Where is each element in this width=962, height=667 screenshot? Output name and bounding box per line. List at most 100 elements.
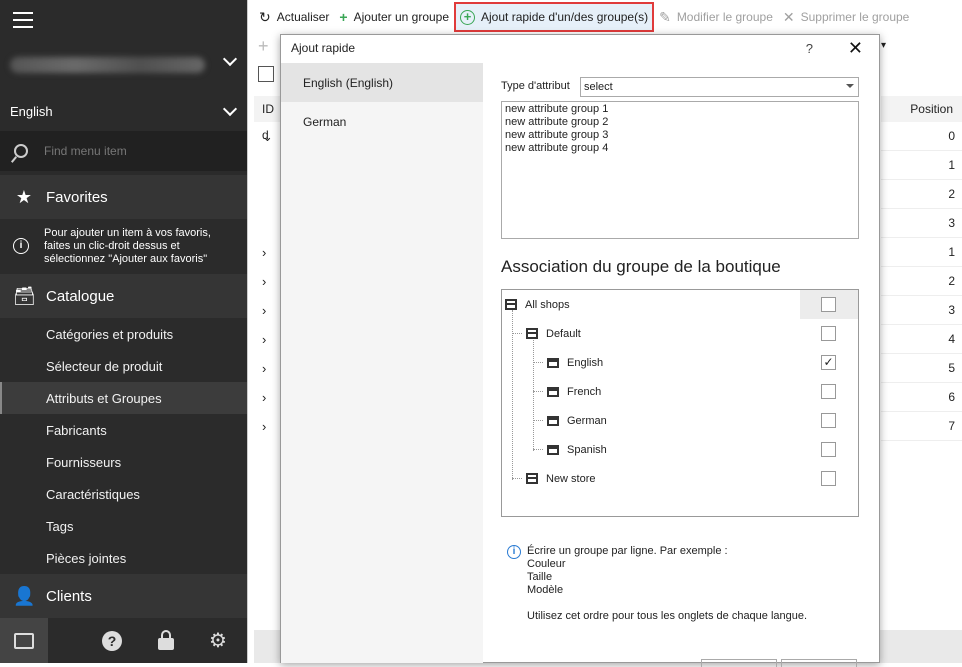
star-icon: ★ <box>15 186 33 207</box>
tab-english[interactable]: English (English) <box>281 63 483 102</box>
shop-label: Default <box>546 327 581 340</box>
help-button[interactable]: ? <box>102 630 122 651</box>
dropdown-arrow-icon <box>846 84 854 88</box>
grid-position-column: Position 0 1 2 3 1 2 3 4 5 6 7 <box>881 96 962 441</box>
position-cell[interactable]: 6 <box>881 383 962 412</box>
shop-row-german[interactable]: German <box>502 406 858 435</box>
row-toggle[interactable]: › <box>254 238 282 267</box>
shop-row-spanish[interactable]: Spanish <box>502 435 858 464</box>
shop-row-default[interactable]: Default <box>502 319 858 348</box>
catalogue-icon: 🗃 <box>13 285 36 306</box>
quick-add-label: Ajout rapide d'un/des groupe(s) <box>481 10 649 24</box>
row-toggle[interactable] <box>254 151 282 180</box>
info-text: Écrire un groupe par ligne. Par exemple … <box>527 545 808 622</box>
chevron-down-icon <box>222 51 238 67</box>
shop-checkbox[interactable] <box>821 326 836 341</box>
shop-checkbox-checked[interactable]: ✓ <box>821 355 836 370</box>
row-toggle[interactable]: ⌄ <box>254 122 282 151</box>
store-icon <box>547 444 559 455</box>
menu-toggle[interactable] <box>0 0 247 40</box>
row-toggle[interactable] <box>254 209 282 238</box>
position-cell[interactable]: 5 <box>881 354 962 383</box>
shop-checkbox[interactable] <box>821 442 836 457</box>
refresh-button[interactable]: ↻ Actualiser <box>254 2 334 32</box>
menu-item-attributes[interactable]: Attributs et Groupes <box>0 382 247 414</box>
shop-checkbox[interactable] <box>821 471 836 486</box>
shop-row-french[interactable]: French <box>502 377 858 406</box>
clients-label: Clients <box>46 587 92 605</box>
col-header-id[interactable]: ID d <box>254 96 282 142</box>
clients-section[interactable]: 👤 Clients <box>0 574 247 618</box>
row-toggle[interactable]: › <box>254 296 282 325</box>
menu-item-features[interactable]: Caractéristiques <box>0 478 247 510</box>
toolbar: ↻ Actualiser + Ajouter un groupe + Ajout… <box>248 0 962 34</box>
menu-item-product-selector[interactable]: Sélecteur de produit <box>0 350 247 382</box>
position-cell[interactable]: 0 <box>881 122 962 151</box>
groups-textarea[interactable]: new attribute group 1 new attribute grou… <box>501 101 859 239</box>
menu-item-categories[interactable]: Catégories et produits <box>0 318 247 350</box>
menu-search[interactable]: Find menu item <box>0 131 247 171</box>
position-cell[interactable]: 2 <box>881 180 962 209</box>
edit-image-icon[interactable] <box>258 66 274 82</box>
sidebar-footer: ? ⚙ <box>0 618 247 663</box>
store-button[interactable] <box>0 618 48 663</box>
info-note: i Écrire un groupe par ligne. Par exempl… <box>507 545 807 623</box>
dropdown-caret-icon[interactable]: ▾ <box>881 40 886 51</box>
shop-row-all[interactable]: All shops <box>502 290 858 319</box>
language-selector[interactable]: English <box>0 96 247 126</box>
add-row-icon[interactable]: + <box>258 36 269 57</box>
position-cell[interactable]: 3 <box>881 296 962 325</box>
favorites-section[interactable]: ★ Favorites <box>0 175 247 219</box>
menu-search-placeholder[interactable]: Find menu item <box>44 144 127 158</box>
row-toggle[interactable]: › <box>254 412 282 441</box>
settings-button[interactable]: ⚙ <box>209 628 227 653</box>
pencil-icon: ✎ <box>659 8 671 25</box>
position-cell[interactable]: 1 <box>881 238 962 267</box>
lock-icon <box>158 629 174 650</box>
attribute-type-select[interactable]: select <box>580 77 859 97</box>
position-cell[interactable]: 2 <box>881 267 962 296</box>
catalogue-menu: Catégories et produits Sélecteur de prod… <box>0 318 247 574</box>
edit-group-button[interactable]: ✎ Modifier le groupe <box>654 2 778 32</box>
tab-german[interactable]: German <box>281 102 483 141</box>
row-toggle[interactable]: › <box>254 354 282 383</box>
info-icon: i <box>507 545 521 559</box>
row-toggle[interactable]: › <box>254 325 282 354</box>
add-group-button[interactable]: + Ajouter un groupe <box>334 2 454 32</box>
row-toggle[interactable]: › <box>254 383 282 412</box>
user-icon: 👤 <box>13 585 36 606</box>
shop-checkbox[interactable] <box>821 384 836 399</box>
delete-group-button[interactable]: ✕ Supprimer le groupe <box>778 2 914 32</box>
shop-row-new-store[interactable]: New store <box>502 464 858 493</box>
position-cell[interactable]: 7 <box>881 412 962 441</box>
col-header-position[interactable]: Position <box>881 96 962 122</box>
close-icon[interactable]: ✕ <box>848 38 863 59</box>
lock-button[interactable] <box>158 629 174 650</box>
shop-checkbox[interactable] <box>821 297 836 312</box>
shop-row-english[interactable]: English ✓ <box>502 348 858 377</box>
quick-add-dialog: Ajout rapide ? ✕ English (English) Germa… <box>280 34 880 667</box>
shop-icon <box>526 328 538 339</box>
menu-item-manufacturers[interactable]: Fabricants <box>0 414 247 446</box>
shop-label: English <box>567 356 604 369</box>
quick-add-button[interactable]: + Ajout rapide d'un/des groupe(s) <box>454 2 655 32</box>
shop-checkbox[interactable] <box>821 413 836 428</box>
info-icon: i <box>13 238 29 254</box>
position-cell[interactable]: 1 <box>881 151 962 180</box>
catalogue-section[interactable]: 🗃 Catalogue <box>0 274 247 318</box>
row-toggle[interactable]: › <box>254 267 282 296</box>
store-selector[interactable] <box>10 46 247 84</box>
row-toggle[interactable] <box>254 180 282 209</box>
menu-item-tags[interactable]: Tags <box>0 510 247 542</box>
ok-button[interactable] <box>701 659 777 667</box>
menu-item-suppliers[interactable]: Fournisseurs <box>0 446 247 478</box>
menu-item-attachments[interactable]: Pièces jointes <box>0 542 247 574</box>
dialog-title: Ajout rapide <box>291 41 356 55</box>
cancel-button[interactable] <box>781 659 857 667</box>
position-cell[interactable]: 3 <box>881 209 962 238</box>
position-cell[interactable]: 4 <box>881 325 962 354</box>
help-icon[interactable]: ? <box>806 41 813 56</box>
hamburger-icon[interactable] <box>13 12 33 28</box>
add-group-label: Ajouter un groupe <box>353 10 450 24</box>
search-icon <box>14 144 28 158</box>
